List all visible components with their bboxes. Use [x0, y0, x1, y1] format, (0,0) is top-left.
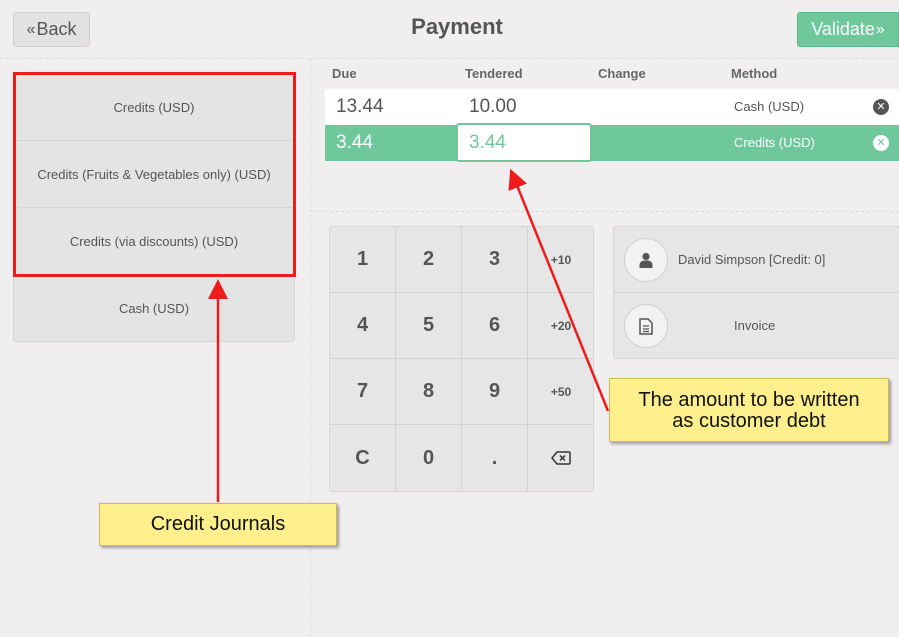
column-divider: [310, 59, 311, 637]
double-chevron-left-icon: «: [26, 20, 36, 38]
remove-circle-icon[interactable]: ✕: [873, 135, 889, 151]
paymentline-method: Credits (USD): [734, 135, 815, 150]
paymentlines-divider: [311, 211, 899, 212]
numpad: 1 2 3 +10 4 5 6 +20 7 8 9 +50 C 0 .: [329, 226, 594, 492]
numpad-key-3[interactable]: 3: [462, 227, 528, 293]
back-button[interactable]: « Back: [13, 12, 90, 47]
numpad-key-1[interactable]: 1: [330, 227, 396, 293]
payment-method-credits[interactable]: Credits (USD): [14, 74, 294, 141]
column-header-due: Due: [332, 66, 357, 81]
credit-journals-callout: Credit Journals: [99, 503, 337, 546]
customer-name: David Simpson [Credit: 0]: [678, 252, 826, 267]
tendered-amount: 10.00: [469, 96, 517, 117]
column-header-tendered: Tendered: [465, 66, 523, 81]
payment-method-credits-discounts[interactable]: Credits (via discounts) (USD): [14, 208, 294, 275]
payment-method-label: Cash (USD): [118, 301, 190, 316]
numpad-key-backspace[interactable]: [528, 425, 593, 491]
numpad-key-5[interactable]: 5: [396, 293, 462, 359]
payment-method-credits-fruits-vegetables[interactable]: Credits (Fruits & Vegetables only) (USD): [14, 141, 294, 208]
numpad-key-decimal[interactable]: .: [462, 425, 528, 491]
customer-debt-callout: The amount to be written as customer deb…: [609, 378, 889, 442]
numpad-key-plus-20[interactable]: +20: [528, 293, 593, 359]
customer-button[interactable]: David Simpson [Credit: 0]: [614, 227, 899, 293]
numpad-key-0[interactable]: 0: [396, 425, 462, 491]
validate-label: Validate: [811, 19, 875, 39]
numpad-key-2[interactable]: 2: [396, 227, 462, 293]
payment-methods-list: Credits (USD) Credits (Fruits & Vegetabl…: [13, 73, 295, 342]
numpad-key-plus-50[interactable]: +50: [528, 359, 593, 425]
payment-method-label: Credits (Fruits & Vegetables only) (USD): [37, 166, 271, 182]
paymentline-cash[interactable]: 13.44 10.00 Cash (USD) ✕: [325, 89, 899, 125]
backspace-icon: [551, 451, 571, 465]
paymentline-method: Cash (USD): [734, 99, 805, 114]
double-chevron-right-icon: »: [875, 20, 885, 38]
numpad-key-6[interactable]: 6: [462, 293, 528, 359]
page-title: Payment: [411, 14, 503, 39]
due-amount: 13.44: [336, 96, 384, 117]
numpad-key-clear[interactable]: C: [330, 425, 396, 491]
column-header-change: Change: [598, 66, 646, 81]
tendered-input[interactable]: 3.44: [456, 123, 592, 162]
payment-method-cash[interactable]: Cash (USD): [14, 275, 294, 342]
header-divider: [0, 58, 899, 59]
payment-method-label: Credits (via discounts) (USD): [69, 233, 239, 249]
payment-method-label: Credits (USD): [113, 99, 195, 115]
numpad-key-4[interactable]: 4: [330, 293, 396, 359]
paymentline-credits-selected[interactable]: 3.44 3.44 Credits (USD) ✕: [325, 123, 899, 162]
user-icon: [624, 238, 668, 282]
document-icon: [624, 304, 668, 348]
callout-line-2: as customer debt: [672, 410, 826, 432]
remove-circle-icon[interactable]: ✕: [873, 99, 889, 115]
callout-line-1: The amount to be written: [638, 389, 860, 411]
numpad-key-7[interactable]: 7: [330, 359, 396, 425]
invoice-button[interactable]: Invoice: [614, 293, 899, 359]
column-header-method: Method: [731, 66, 778, 81]
due-amount: 3.44: [336, 132, 373, 153]
numpad-key-8[interactable]: 8: [396, 359, 462, 425]
customer-invoice-panel: David Simpson [Credit: 0] Invoice: [613, 226, 899, 359]
validate-button[interactable]: Validate »: [797, 12, 899, 47]
numpad-key-plus-10[interactable]: +10: [528, 227, 593, 293]
invoice-label: Invoice: [734, 318, 776, 333]
back-label: Back: [36, 19, 77, 39]
numpad-key-9[interactable]: 9: [462, 359, 528, 425]
